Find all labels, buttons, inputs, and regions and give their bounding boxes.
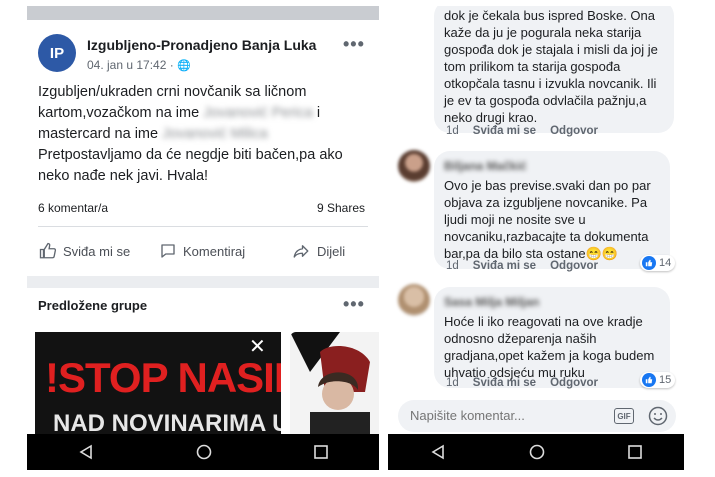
commenter-avatar-2[interactable] <box>398 150 430 182</box>
comment-reply-2[interactable]: Odgovor <box>550 260 598 272</box>
commenter-avatar-3[interactable] <box>398 284 430 316</box>
post-text-part3: Pretpostavljamo da će negdje biti bačen,… <box>38 147 343 184</box>
left-phone-screen: IP Izgubljeno-Pronadjeno Banja Luka 04. … <box>27 6 379 470</box>
like-reaction-icon <box>642 373 656 387</box>
comment-reply-1[interactable]: Odgovor <box>550 125 598 137</box>
android-nav-bar-right <box>388 434 684 470</box>
comment-bubble-1: dok je čekala bus ispred Boske. Ona kaže… <box>434 6 674 133</box>
comment-text-1: dok je čekala bus ispred Boske. Ona kaže… <box>444 8 658 125</box>
post-card: IP Izgubljeno-Pronadjeno Banja Luka 04. … <box>27 20 379 276</box>
comment-actions-1: 1d Sviđa mi se Odgovor <box>446 125 612 137</box>
comment-reaction-count-2: 14 <box>659 257 672 269</box>
recents-icon[interactable] <box>628 445 643 459</box>
redacted-name-2: Jovanović Milica <box>162 126 268 142</box>
post-text: Izgubljen/ukraden crni novčanik sa lično… <box>38 82 374 187</box>
share-arrow-icon <box>293 245 309 258</box>
group-photo <box>290 332 379 442</box>
comment-reactions-3[interactable]: 15 <box>640 372 676 388</box>
redacted-name-1: Jovanović Perica <box>203 105 313 121</box>
home-icon[interactable] <box>529 444 545 460</box>
comment-input[interactable] <box>410 408 600 423</box>
group-card-image-2[interactable] <box>290 332 379 442</box>
right-phone-screen: dok je čekala bus ispred Boske. Ona kaže… <box>388 6 684 470</box>
comment-author-2[interactable]: Biljana Mačkić <box>444 158 660 175</box>
post-time-label: 04. jan u 17:42 · <box>87 58 178 72</box>
comment-reaction-count-3: 15 <box>659 374 672 386</box>
suggested-groups-title: Predložene grupe <box>38 298 148 313</box>
comment-bubble-3: Sasa Milja Miljan Hoće li iko reagovati … <box>434 287 670 388</box>
home-icon[interactable] <box>196 444 212 460</box>
recents-icon[interactable] <box>314 445 328 459</box>
share-button[interactable]: Dijeli <box>291 242 345 260</box>
thumbs-up-icon <box>39 242 57 259</box>
comment-reply-3[interactable]: Odgovor <box>550 377 598 389</box>
comment-actions-3: 1d Sviđa mi se Odgovor <box>446 377 612 389</box>
comment-label: Komentiraj <box>183 243 246 259</box>
comment-time-2: 1d <box>446 260 459 272</box>
comment-bubble-icon <box>161 244 175 258</box>
shares-count[interactable]: 9 Shares <box>317 201 365 215</box>
page-avatar[interactable]: IP <box>38 34 76 72</box>
comments-count[interactable]: 6 komentar/a <box>38 201 108 215</box>
back-icon[interactable] <box>430 444 446 460</box>
like-reaction-icon <box>642 256 656 270</box>
comment-text-3: Hoće li iko reagovati na ove kradje odno… <box>444 314 655 380</box>
share-label: Dijeli <box>317 243 346 259</box>
top-separator <box>27 6 379 20</box>
comment-bubble-2: Biljana Mačkić Ovo je bas previse.svaki … <box>434 151 670 269</box>
comment-like-3[interactable]: Sviđa mi se <box>473 377 536 389</box>
emoji-icon[interactable] <box>648 406 668 426</box>
close-icon[interactable]: ✕ <box>249 334 266 359</box>
comment-time-3: 1d <box>446 377 459 389</box>
like-label: Sviđa mi se <box>63 243 131 259</box>
like-button[interactable]: Sviđa mi se <box>39 242 130 260</box>
comment-like-1[interactable]: Sviđa mi se <box>473 125 536 137</box>
post-divider <box>38 226 368 227</box>
group-card-image[interactable]: !STOP NASILJ NAD NOVINARIMA U ✕ <box>35 332 281 442</box>
stop-headline: !STOP NASILJ <box>45 354 281 401</box>
comment-button[interactable]: Komentiraj <box>159 242 245 260</box>
comment-reactions-2[interactable]: 14 <box>640 255 676 271</box>
comment-like-2[interactable]: Sviđa mi se <box>473 260 536 272</box>
comment-text-2: Ovo je bas previse.svaki dan po par obja… <box>444 178 651 261</box>
comment-author-3[interactable]: Sasa Milja Miljan <box>444 294 660 311</box>
globe-icon: 🌐 <box>177 60 191 72</box>
comment-time-1: 1d <box>446 125 459 137</box>
back-icon[interactable] <box>78 444 94 460</box>
suggested-more-button[interactable]: ••• <box>343 294 365 315</box>
comment-composer: GIF <box>398 400 676 432</box>
page-name[interactable]: Izgubljeno-Pronadjeno Banja Luka <box>87 37 316 53</box>
android-nav-bar <box>27 434 379 470</box>
comment-actions-2: 1d Sviđa mi se Odgovor <box>446 260 612 272</box>
gif-icon[interactable]: GIF <box>614 408 634 424</box>
post-timestamp[interactable]: 04. jan u 17:42 · 🌐 <box>87 58 191 72</box>
post-more-button[interactable]: ••• <box>343 34 365 55</box>
